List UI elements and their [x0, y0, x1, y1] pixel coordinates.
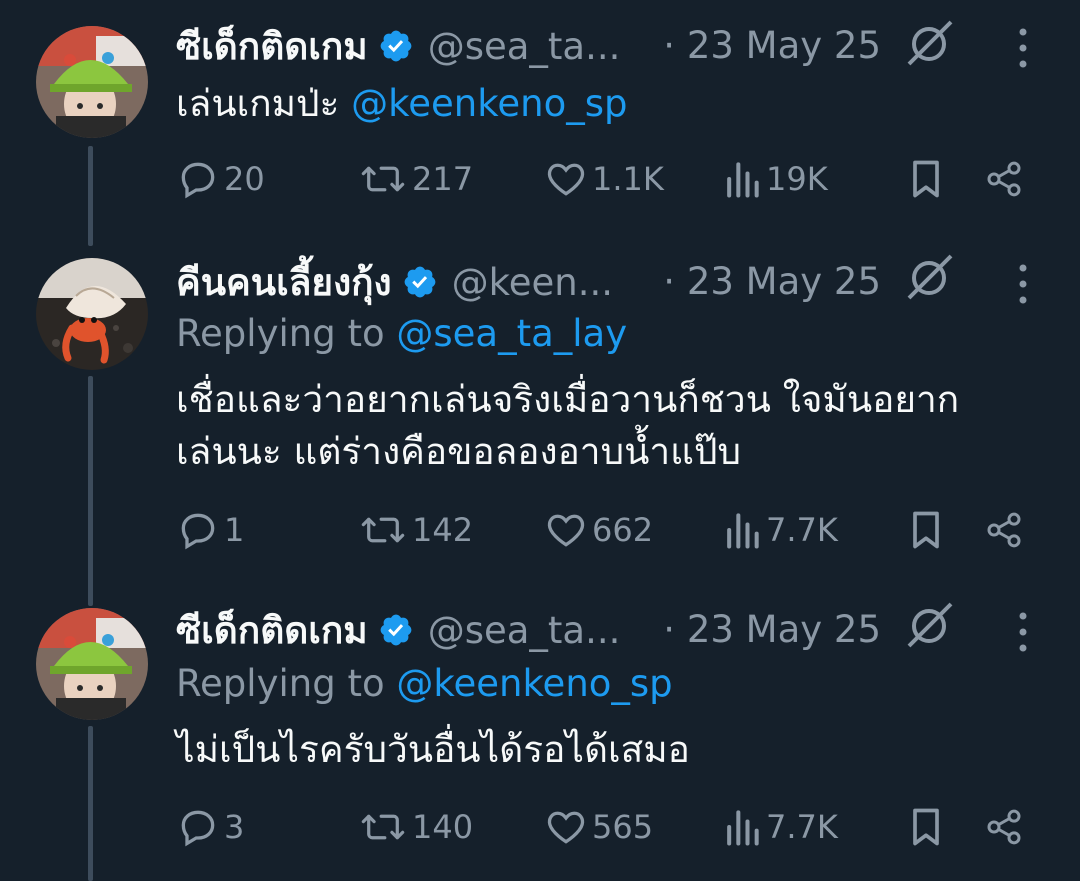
reply-icon — [181, 162, 215, 199]
author-name[interactable]: คีนคนเลี้ยงกุ้ง — [176, 253, 392, 312]
reply-count: 3 — [224, 808, 245, 846]
bookmark-button[interactable] — [906, 154, 946, 204]
like-button[interactable]: 565 — [544, 802, 653, 852]
tweet-text-prefix: เล่นเกมป่ะ — [176, 82, 352, 125]
share-button[interactable] — [984, 154, 1024, 204]
verified-badge-icon — [404, 266, 435, 298]
verified-badge-icon — [380, 614, 412, 646]
retweet-count: 217 — [412, 160, 474, 198]
replying-mention[interactable]: @keenkeno_sp — [396, 662, 672, 705]
replying-to: Replying to @keenkeno_sp — [176, 662, 673, 705]
retweet-icon — [361, 814, 405, 840]
retweet-icon — [361, 517, 405, 543]
like-button[interactable]: 1.1K — [544, 154, 664, 204]
retweet-button[interactable]: 217 — [358, 154, 473, 204]
thread-line — [88, 376, 93, 606]
tweet-actions: 1 142 662 7.7K — [0, 505, 1080, 555]
heart-icon — [547, 811, 585, 844]
retweet-button[interactable]: 142 — [358, 505, 473, 555]
grok-icon[interactable] — [903, 18, 955, 70]
heart-icon — [547, 514, 585, 547]
reply-button[interactable]: 20 — [176, 154, 265, 204]
views-count: 7.7K — [766, 511, 838, 549]
share-button[interactable] — [984, 802, 1024, 852]
tweet-actions: 20 217 1.1K 19K — [0, 154, 1080, 204]
like-count: 662 — [592, 511, 654, 549]
verified-badge-icon — [380, 30, 412, 62]
reply-count: 1 — [224, 511, 245, 549]
author-handle[interactable]: @sea_ta... — [428, 609, 621, 652]
reply-count: 20 — [224, 160, 265, 198]
views-button[interactable]: 7.7K — [722, 802, 838, 852]
tweet-text: เชื่อและว่าอยากเล่นจริงเมื่อวานก็ชวน ใจม… — [176, 374, 1036, 478]
tweet-text-line: เล่นนะ แต่ร่างคือขอลองอาบน้ำแป๊บ — [176, 430, 741, 473]
bookmark-icon — [913, 511, 939, 549]
share-icon — [987, 161, 1021, 197]
reply-icon — [181, 513, 215, 550]
reply-button[interactable]: 1 — [176, 505, 244, 555]
reply-icon — [181, 810, 215, 847]
author-handle[interactable]: @sea_ta... — [428, 25, 621, 68]
tweet-1[interactable]: ซีเด็กติดเกม @sea_ta... · 23 May 25 เล่น… — [0, 0, 1080, 246]
grok-icon[interactable] — [903, 252, 955, 304]
retweet-count: 142 — [412, 511, 474, 549]
views-chart-icon — [727, 162, 759, 198]
retweet-button[interactable]: 140 — [358, 802, 473, 852]
like-count: 1.1K — [592, 160, 664, 198]
replying-label: Replying to — [176, 312, 397, 355]
author-handle[interactable]: @keen... — [452, 261, 613, 304]
tweet-text: เล่นเกมป่ะ @keenkeno_sp — [176, 78, 1036, 130]
tweet-2[interactable]: คีนคนเลี้ยงกุ้ง @keen... · 23 May 25 Rep… — [0, 240, 1080, 606]
retweet-icon — [361, 166, 405, 192]
views-chart-icon — [727, 810, 759, 846]
heart-icon — [547, 163, 585, 196]
tweet-header: ซีเด็กติดเกม @sea_ta... — [176, 600, 620, 660]
replying-mention[interactable]: @sea_ta_lay — [396, 312, 627, 355]
tweet-text: ไม่เป็นไรครับวันอื่นได้รอได้เสมอ — [176, 724, 1036, 776]
reply-button[interactable]: 3 — [176, 802, 244, 852]
author-name[interactable]: ซีเด็กติดเกม — [176, 601, 368, 660]
like-button[interactable]: 662 — [544, 505, 653, 555]
tweet-text-line: เชื่อและว่าอยากเล่นจริงเมื่อวานก็ชวน ใจม… — [176, 378, 960, 421]
bookmark-button[interactable] — [906, 505, 946, 555]
more-options-icon[interactable] — [1010, 26, 1036, 70]
tweet-header: คีนคนเลี้ยงกุ้ง @keen... — [176, 252, 613, 312]
more-options-icon[interactable] — [1010, 610, 1036, 654]
share-icon — [987, 809, 1021, 845]
views-button[interactable]: 7.7K — [722, 505, 838, 555]
retweet-count: 140 — [412, 808, 474, 846]
avatar[interactable] — [36, 26, 148, 138]
bookmark-icon — [913, 808, 939, 846]
grok-icon[interactable] — [903, 600, 955, 652]
tweet-date[interactable]: · 23 May 25 — [663, 600, 881, 660]
tweet-date[interactable]: · 23 May 25 — [663, 16, 881, 76]
mention-link[interactable]: @keenkeno_sp — [351, 82, 627, 125]
avatar[interactable] — [36, 258, 148, 370]
share-icon — [987, 512, 1021, 548]
author-name[interactable]: ซีเด็กติดเกม — [176, 17, 368, 76]
avatar[interactable] — [36, 608, 148, 720]
views-button[interactable]: 19K — [722, 154, 828, 204]
views-count: 19K — [766, 160, 828, 198]
tweet-date[interactable]: · 23 May 25 — [663, 252, 881, 312]
like-count: 565 — [592, 808, 654, 846]
tweet-actions: 3 140 565 7.7K — [0, 802, 1080, 852]
tweet-text-line: ไม่เป็นไรครับวันอื่นได้รอได้เสมอ — [176, 728, 690, 771]
tweet-3[interactable]: ซีเด็กติดเกม @sea_ta... · 23 May 25 Repl… — [0, 590, 1080, 881]
replying-to: Replying to @sea_ta_lay — [176, 312, 627, 355]
replying-label: Replying to — [176, 662, 397, 705]
bookmark-icon — [913, 160, 939, 198]
bookmark-button[interactable] — [906, 802, 946, 852]
views-count: 7.7K — [766, 808, 838, 846]
more-options-icon[interactable] — [1010, 262, 1036, 306]
share-button[interactable] — [984, 505, 1024, 555]
views-chart-icon — [727, 513, 759, 549]
tweet-header: ซีเด็กติดเกม @sea_ta... — [176, 16, 620, 76]
